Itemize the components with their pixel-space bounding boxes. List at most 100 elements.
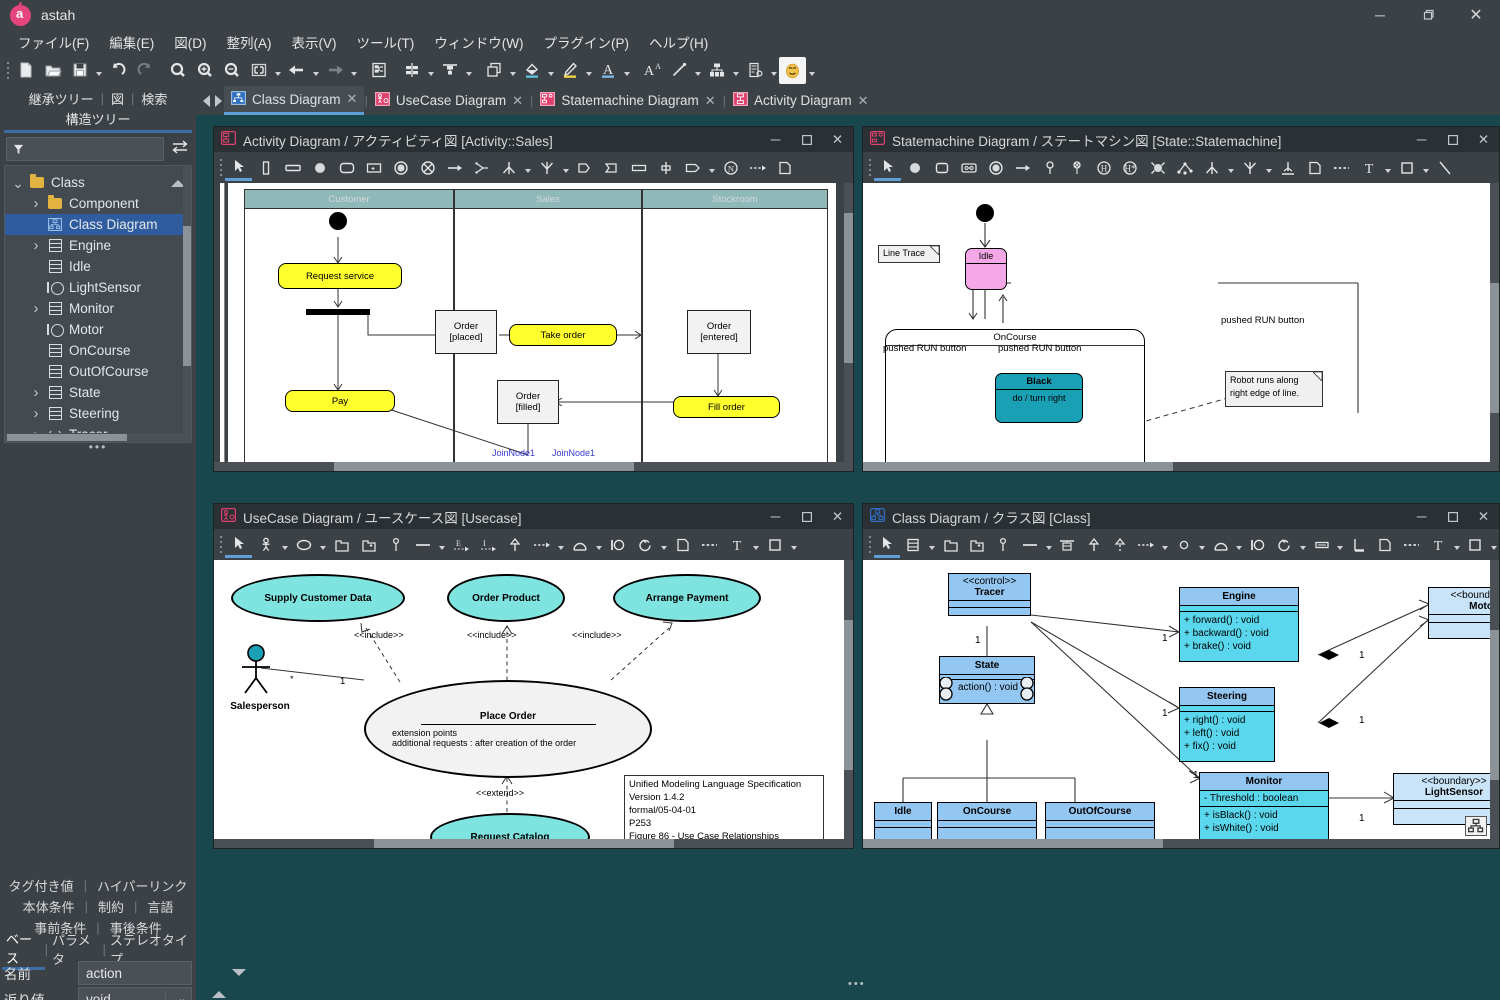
usecase-oval-dropdown-arrow[interactable] (1234, 531, 1245, 558)
line-style-dropdown-arrow[interactable] (692, 57, 703, 84)
association-dropdown-arrow[interactable] (1043, 531, 1054, 558)
class-box-steering[interactable]: Steering + right() : void + left() : voi… (1179, 687, 1275, 762)
extend-icon[interactable]: E (447, 531, 474, 558)
datastore-icon[interactable] (679, 154, 706, 181)
class-box-state[interactable]: State action() : void (939, 656, 1035, 704)
note-anchor-icon[interactable] (1398, 531, 1424, 558)
back-dropdown-arrow[interactable] (310, 57, 321, 84)
class-maximize-button[interactable] (1437, 504, 1468, 529)
note-icon[interactable] (669, 531, 696, 558)
back-button[interactable] (283, 57, 310, 84)
usecase-horizontal-scrollbar[interactable] (214, 839, 853, 848)
activity-toolbar-grip[interactable] (217, 157, 225, 179)
close-icon[interactable]: ✕ (858, 93, 869, 109)
paint-bucket-icon[interactable] (518, 57, 545, 84)
usecase-icon[interactable] (290, 531, 317, 558)
class-canvas[interactable]: <<control>> Tracer Engine + forward() : … (863, 560, 1499, 848)
activity-object-order-entered[interactable]: Order [entered] (687, 310, 751, 354)
open-project-button[interactable] (39, 57, 66, 84)
menu-edit[interactable]: 編集(E) (99, 30, 164, 54)
note-icon[interactable]: N (717, 154, 744, 181)
rect-icon[interactable] (761, 531, 788, 558)
dependency-dropdown-arrow[interactable] (1160, 531, 1171, 558)
generalization-icon[interactable] (501, 531, 528, 558)
activity-object-order-filled[interactable]: Order [filled] (497, 380, 559, 424)
maximize-button[interactable] (1404, 0, 1452, 30)
tree-node-motor[interactable]: Motor (5, 319, 191, 340)
chevron-down-icon[interactable]: ⌄ (165, 991, 191, 1000)
fill-dropdown-arrow[interactable] (545, 57, 556, 84)
port-icon[interactable] (1308, 531, 1334, 558)
tab-body-condition[interactable]: 本体条件 (18, 897, 80, 916)
usecase-diagram-window[interactable]: UseCase Diagram / ユースケース図 [Usecase] ─ ✕ (213, 503, 854, 849)
text-dropdown-arrow[interactable] (1451, 531, 1462, 558)
tree-node-class[interactable]: ⌄ Class (5, 172, 191, 193)
dependency-icon[interactable] (744, 154, 771, 181)
statemachine-minimize-button[interactable]: ─ (1406, 127, 1437, 152)
minimize-button[interactable]: ─ (1356, 0, 1404, 30)
actor-icon[interactable] (252, 531, 279, 558)
actor-dropdown-arrow[interactable] (279, 531, 290, 558)
control-icon[interactable] (631, 531, 658, 558)
initial-state-icon[interactable] (901, 154, 928, 181)
activity-node-request-service[interactable]: Request service (278, 263, 402, 289)
rect-dropdown-arrow[interactable] (1488, 531, 1499, 558)
property-input-返り値[interactable]: void ⌄ (78, 987, 192, 1000)
font-color-icon[interactable]: A (594, 57, 621, 84)
port-dropdown-arrow[interactable] (1335, 531, 1346, 558)
tree-node-component[interactable]: › Component (5, 193, 191, 214)
statemachine-window-titlebar[interactable]: Statemachine Diagram / ステートマシン図 [State::… (863, 127, 1499, 152)
realization-icon[interactable] (1107, 531, 1133, 558)
entry-point-icon[interactable] (1036, 154, 1063, 181)
action-icon[interactable] (279, 154, 306, 181)
package-icon[interactable] (328, 531, 355, 558)
usecase-canvas[interactable]: Supply Customer Data Order Product Arran… (214, 560, 853, 848)
class-box-monitor[interactable]: Monitor - Threshold : boolean + isBlack(… (1199, 772, 1329, 847)
class-icon[interactable] (900, 531, 926, 558)
smiley-dropdown-arrow[interactable] (806, 57, 817, 84)
usecase-arrange-payment[interactable]: Arrange Payment (613, 574, 761, 622)
class-vertical-scrollbar[interactable] (1490, 560, 1499, 848)
statemachine-toolbar-grip[interactable] (866, 157, 874, 179)
line-dropdown-arrow[interactable] (583, 57, 594, 84)
tree-node-idle[interactable]: Idle (5, 256, 191, 277)
activity-node-fill-order[interactable]: Fill order (673, 396, 780, 418)
exit-point-icon[interactable] (1063, 154, 1090, 181)
class-dropdown-arrow[interactable] (927, 531, 938, 558)
layout-icon[interactable] (365, 57, 392, 84)
menu-file[interactable]: ファイル(F) (8, 30, 99, 54)
fork-dropdown-arrow[interactable] (1225, 154, 1236, 181)
activity-close-button[interactable]: ✕ (822, 127, 853, 152)
class-horizontal-scrollbar[interactable] (863, 839, 1499, 848)
class-minimize-button[interactable]: ─ (1406, 504, 1437, 529)
text-dropdown-arrow[interactable] (1382, 154, 1393, 181)
tree-node-class-diagram[interactable]: Class Diagram (5, 214, 191, 235)
rect-dropdown-arrow[interactable] (1420, 154, 1431, 181)
menu-view[interactable]: 表示(V) (282, 30, 347, 54)
statemachine-maximize-button[interactable] (1437, 127, 1468, 152)
rect-dropdown-arrow[interactable] (788, 531, 799, 558)
select-icon[interactable] (874, 154, 901, 181)
smiley-icon[interactable] (779, 56, 806, 84)
structure-tree[interactable]: ⌄ Class › Component Class Diagram › Engine Idle… (4, 165, 192, 443)
order-dropdown-arrow[interactable] (507, 57, 518, 84)
partition-icon[interactable] (252, 154, 279, 181)
statemachine-canvas[interactable]: Line Trace Idle OnCourse Black do / turn… (863, 183, 1499, 471)
expander-closed-icon[interactable]: › (27, 405, 45, 422)
join-dropdown-arrow[interactable] (560, 154, 571, 181)
activity-node-pay[interactable]: Pay (285, 390, 395, 412)
call-behavior-icon[interactable] (360, 154, 387, 181)
usecase-maximize-button[interactable] (791, 504, 822, 529)
activity-canvas[interactable]: Customer Sales Stockroom Request service… (214, 183, 853, 471)
align-v-dropdown-arrow[interactable] (463, 57, 474, 84)
pen-icon[interactable] (556, 57, 583, 84)
model-nav-icon[interactable] (741, 57, 768, 84)
control-flow-icon[interactable] (441, 154, 468, 181)
font-color-dropdown-arrow[interactable] (621, 57, 632, 84)
usecase-dropdown-arrow[interactable] (317, 531, 328, 558)
usecase-oval-dropdown-arrow[interactable] (593, 531, 604, 558)
interface-icon[interactable] (1245, 531, 1271, 558)
rounded-action-icon[interactable] (333, 154, 360, 181)
usecase-legend-box[interactable]: Unified Modeling Language Specification … (624, 775, 824, 846)
usecase-minimize-button[interactable]: ─ (760, 504, 791, 529)
